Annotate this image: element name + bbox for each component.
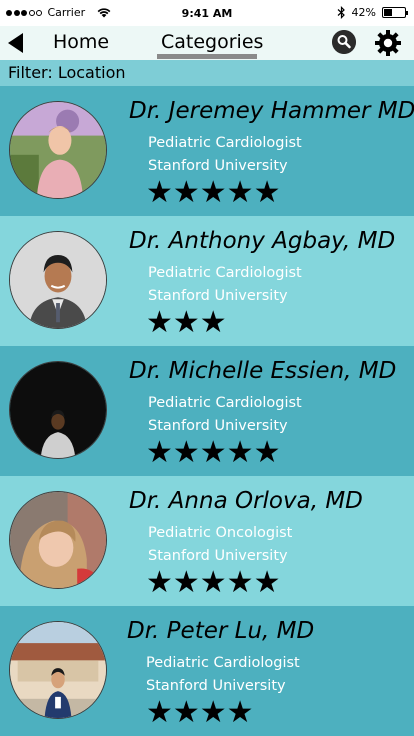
doctor-specialty: Pediatric Cardiologist [148,265,302,281]
avatar [9,621,107,719]
doctor-specialty: Pediatric Cardiologist [146,655,300,671]
doctor-name: Dr. Michelle Essien, MD [129,358,397,384]
navigation-bar: Home Categories [0,26,414,60]
doctor-row[interactable]: Dr. Michelle Essien, MD Pediatric Cardio… [0,346,414,476]
status-bar: Carrier 9:41 AM 42% [0,0,414,26]
doctor-institution: Stanford University [148,288,288,304]
doctor-row[interactable]: Dr. Peter Lu, MD Pediatric Cardiologist … [0,606,414,736]
avatar [9,231,107,329]
filter-label: Filter: Location [8,63,126,82]
gear-icon[interactable] [374,29,402,57]
doctor-specialty: Pediatric Cardiologist [148,395,302,411]
star-rating: ★★★★ [146,695,254,730]
doctor-specialty: Pediatric Cardiologist [148,135,302,151]
doctor-institution: Stanford University [148,418,288,434]
star-rating: ★★★★★ [146,435,281,470]
avatar [9,361,107,459]
doctor-institution: Stanford University [148,548,288,564]
search-icon[interactable] [332,30,356,54]
doctor-name: Dr. Anna Orlova, MD [129,488,363,514]
battery-percent: 42% [351,6,376,19]
avatar [9,101,107,199]
filter-bar[interactable]: Filter: Location [0,60,414,86]
doctor-row[interactable]: Dr. Anna Orlova, MD Pediatric Oncologist… [0,476,414,606]
doctor-institution: Stanford University [146,678,286,694]
active-tab-indicator [157,54,257,59]
doctor-list: Dr. Jeremey Hammer MD Pediatric Cardiolo… [0,86,414,736]
avatar [9,491,107,589]
bluetooth-icon [337,6,345,19]
doctor-institution: Stanford University [148,158,288,174]
doctor-name: Dr. Peter Lu, MD [127,618,315,644]
categories-tab[interactable]: Categories [161,31,263,53]
star-rating: ★★★★★ [146,565,281,600]
back-arrow-icon[interactable] [8,33,23,53]
doctor-row[interactable]: Dr. Jeremey Hammer MD Pediatric Cardiolo… [0,86,414,216]
battery-icon [382,7,408,18]
doctor-specialty: Pediatric Oncologist [148,525,293,541]
star-rating: ★★★★★ [146,175,281,210]
star-rating: ★★★ [146,305,227,340]
battery-fill [384,9,392,16]
doctor-name: Dr. Anthony Agbay, MD [129,228,396,254]
home-tab[interactable]: Home [53,31,109,53]
doctor-name: Dr. Jeremey Hammer MD [129,98,414,124]
doctor-row[interactable]: Dr. Anthony Agbay, MD Pediatric Cardiolo… [0,216,414,346]
status-right-group: 42% [337,6,408,19]
